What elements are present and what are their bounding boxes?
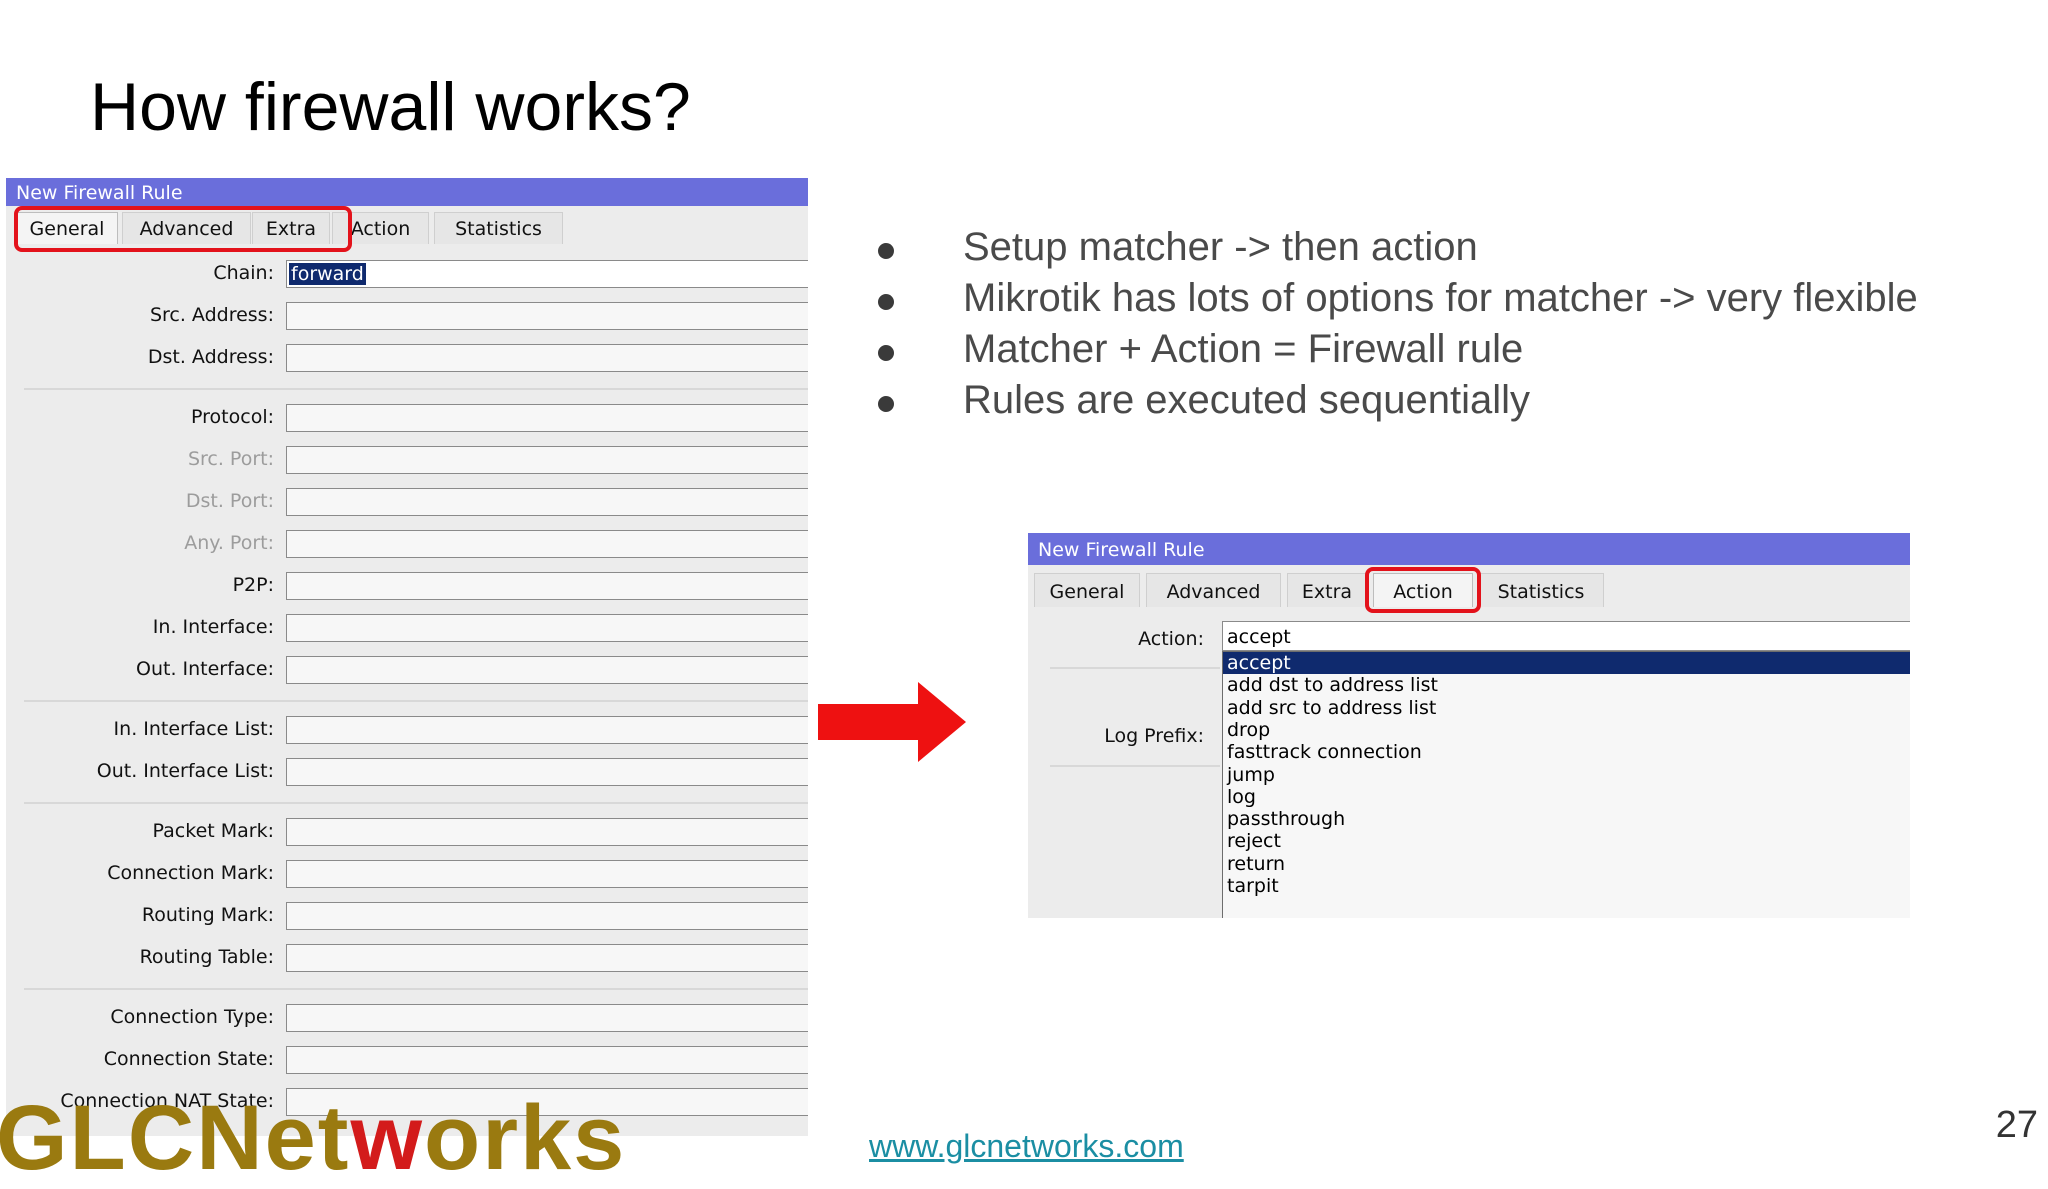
- field-routing-mark-label: Routing Mark:: [141, 904, 274, 926]
- action-option[interactable]: passthrough: [1223, 808, 1910, 830]
- left-firewall-rule-window: New Firewall Rule General Advanced Extra Ac…: [6, 178, 808, 1136]
- right-tab-statistics[interactable]: Statistics: [1478, 573, 1604, 607]
- field-any-port-label: Any. Port:: [184, 532, 274, 554]
- bullet-item: Matcher + Action = Firewall rule: [870, 324, 1918, 375]
- field-dst-address-label: Dst. Address:: [147, 346, 274, 368]
- bullet-text: Rules are executed sequentially: [963, 378, 1531, 422]
- bullet-text: Mikrotik has lots of options for matcher…: [963, 276, 1918, 320]
- field-connection-type-input[interactable]: [286, 1004, 808, 1032]
- bullet-dot-icon: [878, 294, 894, 310]
- field-routing-mark-input[interactable]: [286, 902, 808, 930]
- slide-title: How firewall works?: [90, 69, 691, 145]
- field-dst-port-input[interactable]: [286, 488, 808, 516]
- field-out-interface-list-input[interactable]: [286, 758, 808, 786]
- right-tab-general[interactable]: General: [1034, 573, 1140, 607]
- action-dropdown-list[interactable]: accept add dst to address list add src to …: [1222, 651, 1910, 918]
- field-src-port-input[interactable]: [286, 446, 808, 474]
- field-packet-mark-input[interactable]: [286, 818, 808, 846]
- right-action-tab-highlight: [1365, 567, 1481, 613]
- left-tabs-highlight: [14, 206, 352, 252]
- right-tab-bar: General Advanced Extra Action Statistics: [1028, 565, 1910, 613]
- field-dst-port-label: Dst. Port:: [185, 490, 274, 512]
- action-option[interactable]: tarpit: [1223, 875, 1910, 897]
- bullet-text: Matcher + Action = Firewall rule: [963, 327, 1524, 371]
- action-option[interactable]: reject: [1223, 830, 1910, 852]
- chain-input[interactable]: forward: [286, 260, 808, 288]
- field-in-interface-label: In. Interface:: [152, 616, 274, 638]
- left-tab-bar: General Advanced Extra Action Statistics: [6, 206, 808, 252]
- field-out-interface-list-label: Out. Interface List:: [96, 760, 274, 782]
- action-option[interactable]: add src to address list: [1223, 697, 1910, 719]
- action-label: Action:: [1138, 628, 1204, 650]
- field-routing-table-input[interactable]: [286, 944, 808, 972]
- action-option[interactable]: log: [1223, 786, 1910, 808]
- action-option[interactable]: add dst to address list: [1223, 674, 1910, 696]
- field-out-interface-input[interactable]: [286, 656, 808, 684]
- action-option[interactable]: return: [1223, 853, 1910, 875]
- field-connection-state-label: Connection State:: [103, 1048, 274, 1070]
- bullet-dot-icon: [878, 345, 894, 361]
- field-in-interface-list-input[interactable]: [286, 716, 808, 744]
- field-protocol-label: Protocol:: [191, 406, 274, 428]
- field-p2p-label: P2P:: [232, 574, 274, 596]
- field-any-port-input[interactable]: [286, 530, 808, 558]
- field-connection-type-label: Connection Type:: [110, 1006, 274, 1028]
- chain-value: forward: [289, 263, 366, 285]
- left-tab-statistics[interactable]: Statistics: [434, 212, 563, 244]
- left-window-title: New Firewall Rule: [6, 178, 808, 206]
- right-separator: [1050, 667, 1220, 669]
- left-separator: [24, 388, 808, 390]
- bullet-item: Rules are executed sequentially: [870, 375, 1918, 426]
- field-connection-mark-label: Connection Mark:: [107, 862, 274, 884]
- page-number: 27: [1995, 1104, 2038, 1146]
- field-src-address-label: Src. Address:: [149, 304, 274, 326]
- field-p2p-input[interactable]: [286, 572, 808, 600]
- field-src-port-label: Src. Port:: [187, 448, 274, 470]
- field-dst-address-input[interactable]: [286, 344, 808, 372]
- left-separator: [24, 988, 808, 990]
- action-option[interactable]: drop: [1223, 719, 1910, 741]
- bullet-item: Mikrotik has lots of options for matcher…: [870, 273, 1918, 324]
- field-src-address-input[interactable]: [286, 302, 808, 330]
- action-select-value: accept: [1227, 626, 1291, 648]
- right-separator: [1050, 765, 1220, 767]
- field-in-interface-input[interactable]: [286, 614, 808, 642]
- bullet-item: Setup matcher -> then action: [870, 222, 1918, 273]
- footer-website-link[interactable]: www.glcnetworks.com: [869, 1128, 1184, 1165]
- action-select[interactable]: accept: [1222, 621, 1910, 651]
- field-in-interface-list-label: In. Interface List:: [113, 718, 274, 740]
- glcnetworks-logo: GLCNetworks: [0, 1087, 627, 1189]
- log-prefix-label: Log Prefix:: [1104, 725, 1204, 747]
- action-option[interactable]: fasttrack connection: [1223, 741, 1910, 763]
- field-out-interface-label: Out. Interface:: [136, 658, 274, 680]
- chain-label: Chain:: [213, 262, 274, 284]
- field-connection-state-input[interactable]: [286, 1046, 808, 1074]
- left-separator: [24, 700, 808, 702]
- right-window-title: New Firewall Rule: [1028, 533, 1910, 565]
- bullet-dot-icon: [878, 243, 894, 259]
- bullet-dot-icon: [878, 396, 894, 412]
- bullet-text: Setup matcher -> then action: [963, 225, 1478, 269]
- left-separator: [24, 802, 808, 804]
- field-packet-mark-label: Packet Mark:: [152, 820, 274, 842]
- right-firewall-rule-window: New Firewall Rule General Advanced Extra Ac…: [1028, 533, 1910, 918]
- field-routing-table-label: Routing Table:: [139, 946, 274, 968]
- right-tab-extra[interactable]: Extra: [1287, 573, 1367, 607]
- action-option[interactable]: accept: [1223, 652, 1910, 674]
- field-protocol-input[interactable]: [286, 404, 808, 432]
- right-tab-advanced[interactable]: Advanced: [1146, 573, 1281, 607]
- bullet-list: Setup matcher -> then action Mikrotik has…: [870, 222, 1918, 426]
- action-option[interactable]: jump: [1223, 764, 1910, 786]
- right-arrow-icon: [818, 682, 966, 762]
- field-connection-mark-input[interactable]: [286, 860, 808, 888]
